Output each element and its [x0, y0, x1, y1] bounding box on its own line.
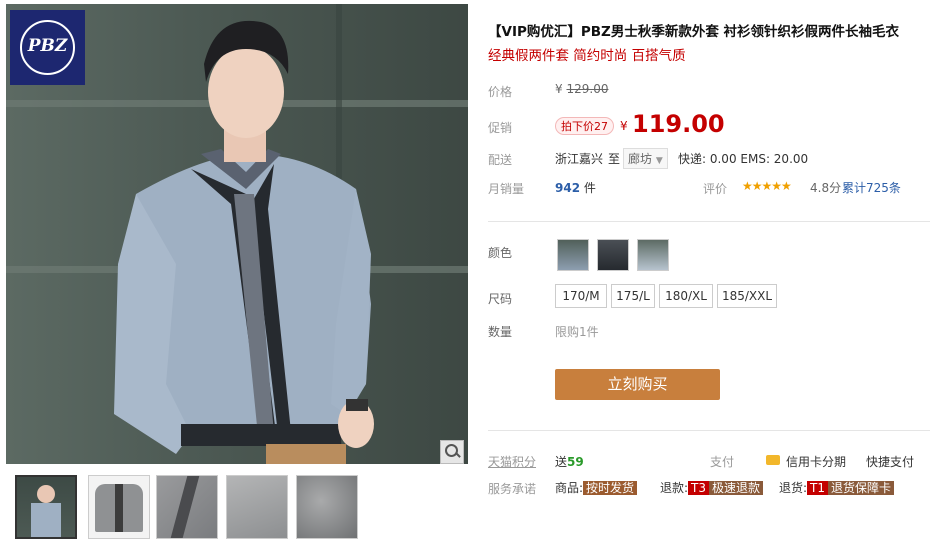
color-option-3[interactable] — [637, 239, 669, 271]
size-option-175l[interactable]: 175/L — [611, 284, 655, 308]
tmall-points-label[interactable]: 天猫积分 — [488, 453, 536, 470]
original-price: ¥ 129.00 — [555, 82, 608, 96]
sales-count: 942 — [555, 181, 581, 195]
thumbnail-5[interactable] — [296, 475, 358, 539]
promo-badge: 拍下价27 — [555, 117, 614, 135]
color-option-2[interactable] — [597, 239, 629, 271]
thumbnail-4[interactable] — [226, 475, 288, 539]
points-prefix: 送 — [555, 455, 568, 469]
divider — [488, 221, 930, 222]
thumbnail-1[interactable] — [15, 475, 77, 539]
zoom-icon[interactable] — [440, 440, 464, 464]
shipping-from: 浙江嘉兴 — [555, 152, 604, 166]
total-reviews-link[interactable]: 累计725条 — [842, 179, 901, 196]
payment-label: 支付 — [710, 455, 735, 469]
service-return: 退货: T1 退货保障卡 — [779, 479, 895, 496]
brand-logo-text: PBZ — [27, 36, 68, 56]
destination-select[interactable]: 廊坊 ▼ — [623, 148, 668, 169]
currency-symbol: ¥ — [555, 82, 563, 96]
color-option-1[interactable] — [557, 239, 589, 271]
thumbnail-3[interactable] — [156, 475, 218, 539]
promo-currency: ¥ — [620, 119, 628, 133]
credit-installment: 信用卡分期 — [786, 455, 847, 469]
size-label: 尺码 — [488, 292, 513, 306]
quantity-limit: 限购1件 — [555, 325, 599, 339]
promo-label: 促销 — [488, 121, 513, 135]
shipping-label: 配送 — [488, 153, 513, 167]
return-label: 退货: — [779, 481, 808, 495]
service-goods: 商品: 按时发货 — [555, 479, 638, 496]
service-label: 服务承诺 — [488, 482, 537, 496]
sales-label: 月销量 — [488, 182, 525, 196]
thumbnail-2[interactable] — [88, 475, 150, 539]
product-subtitle: 经典假两件套 简约时尚 百搭气质 — [488, 48, 686, 64]
original-price-value: 129.00 — [566, 82, 609, 96]
shipping-to-word: 至 — [608, 152, 621, 166]
promo-price: 119.00 — [632, 110, 725, 138]
destination-value: 廊坊 — [628, 152, 653, 166]
refund-code: T3 — [688, 481, 710, 495]
rating-label: 评价 — [703, 182, 728, 196]
refund-tag: 极速退款 — [709, 481, 764, 495]
brand-logo: PBZ — [10, 10, 85, 85]
refund-label: 退款: — [660, 481, 689, 495]
quick-pay: 快捷支付 — [866, 455, 915, 469]
sales-unit: 件 — [583, 181, 596, 195]
return-code: T1 — [807, 481, 829, 495]
chevron-down-icon: ▼ — [655, 156, 663, 166]
credit-card-icon — [766, 455, 780, 465]
price-label: 价格 — [488, 85, 513, 99]
size-option-170m[interactable]: 170/M — [555, 284, 607, 308]
goods-tag: 按时发货 — [583, 481, 638, 495]
buy-now-button[interactable]: 立刻购买 — [555, 369, 720, 400]
size-option-180xl[interactable]: 180/XL — [659, 284, 713, 308]
rating-score: 4.8分 — [810, 181, 842, 195]
service-refund: 退款: T3 极速退款 — [660, 479, 764, 496]
shipping-fee: 快递: 0.00 EMS: 20.00 — [678, 152, 809, 166]
color-label: 颜色 — [488, 246, 513, 260]
points-value: 59 — [567, 455, 584, 469]
goods-label: 商品: — [555, 481, 584, 495]
product-title: 【VIP购优汇】PBZ男士秋季新款外套 衬衫领针织衫假两件长袖毛衣 — [488, 24, 900, 40]
star-icon: ★★★★★ — [742, 179, 792, 193]
divider — [488, 430, 930, 431]
return-tag: 退货保障卡 — [828, 481, 895, 495]
size-option-185xxl[interactable]: 185/XXL — [717, 284, 777, 308]
quantity-label: 数量 — [488, 325, 513, 339]
